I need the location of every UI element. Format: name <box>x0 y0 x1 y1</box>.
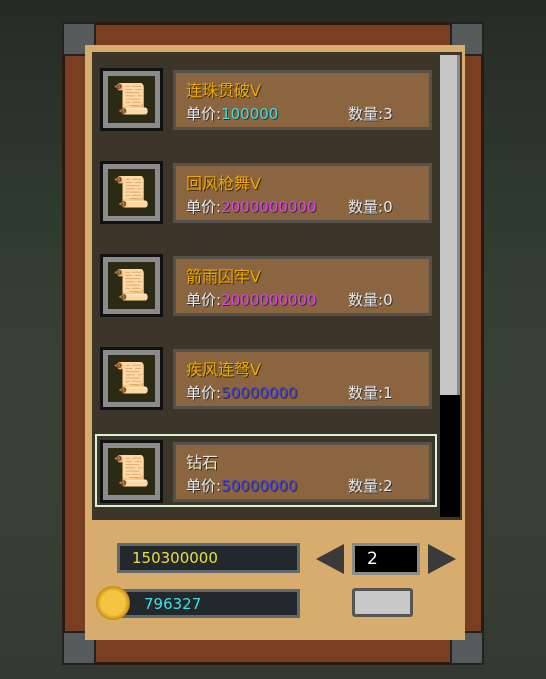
scroll-icon: 📜 <box>108 169 155 216</box>
total-price-field: 150300000 <box>117 543 300 573</box>
scrollbar-thumb[interactable] <box>440 55 460 395</box>
scroll-icon: 📜 <box>108 448 155 495</box>
item-name: 钻石 <box>186 453 219 472</box>
buy-button[interactable] <box>352 588 413 617</box>
item-name: 连珠贯破V <box>186 81 261 100</box>
price-label: 单价: <box>186 105 222 123</box>
coins-balance: 796327 <box>144 595 202 613</box>
list-item[interactable]: 📜 箭雨囚牢V 单价:2000000000 数量:0 <box>95 254 437 327</box>
price-value: 2000000000 <box>221 291 317 309</box>
price-value: 50000000 <box>221 384 298 402</box>
qty-value: 0 <box>383 291 393 309</box>
qty-value: 0 <box>383 198 393 216</box>
item-price: 单价:50000000 <box>186 382 297 403</box>
coin-icon <box>96 586 130 620</box>
next-arrow-button[interactable] <box>428 544 456 574</box>
price-label: 单价: <box>186 291 222 309</box>
qty-value: 1 <box>383 384 393 402</box>
list-item[interactable]: 📜 连珠贯破V 单价:100000 数量:3 <box>95 68 437 141</box>
item-quantity: 数量:2 <box>348 475 393 496</box>
item-info: 钻石 单价:50000000 数量:2 <box>173 442 432 502</box>
price-label: 单价: <box>186 477 222 495</box>
quantity-value: 2 <box>367 549 378 569</box>
item-price: 单价:50000000 <box>186 475 297 496</box>
qty-label: 数量: <box>348 105 384 123</box>
item-quantity: 数量:1 <box>348 382 393 403</box>
item-slot: 📜 <box>100 161 163 224</box>
price-value: 2000000000 <box>221 198 317 216</box>
scroll-icon: 📜 <box>108 76 155 123</box>
item-quantity: 数量:3 <box>348 103 393 124</box>
item-name: 回风枪舞V <box>186 174 261 193</box>
price-value: 100000 <box>221 105 279 123</box>
item-price: 单价:2000000000 <box>186 289 317 310</box>
item-quantity: 数量:0 <box>348 289 393 310</box>
item-slot: 📜 <box>100 254 163 317</box>
qty-label: 数量: <box>348 384 384 402</box>
item-price: 单价:2000000000 <box>186 196 317 217</box>
scroll-icon: 📜 <box>108 355 155 402</box>
item-slot: 📜 <box>100 347 163 410</box>
item-name: 疾风连弩V <box>186 360 261 379</box>
item-price: 单价:100000 <box>186 103 278 124</box>
item-slot: 📜 <box>100 68 163 131</box>
qty-value: 2 <box>383 477 393 495</box>
quantity-input[interactable]: 2 <box>352 543 420 575</box>
price-value: 50000000 <box>221 477 298 495</box>
price-label: 单价: <box>186 384 222 402</box>
item-info: 疾风连弩V 单价:50000000 数量:1 <box>173 349 432 409</box>
qty-label: 数量: <box>348 477 384 495</box>
price-label: 单价: <box>186 198 222 216</box>
total-price: 150300000 <box>132 549 218 567</box>
qty-label: 数量: <box>348 198 384 216</box>
scroll-icon: 📜 <box>108 262 155 309</box>
item-info: 回风枪舞V 单价:2000000000 数量:0 <box>173 163 432 223</box>
qty-value: 3 <box>383 105 393 123</box>
list-item[interactable]: 📜 疾风连弩V 单价:50000000 数量:1 <box>95 347 437 420</box>
qty-label: 数量: <box>348 291 384 309</box>
prev-arrow-button[interactable] <box>316 544 344 574</box>
item-info: 连珠贯破V 单价:100000 数量:3 <box>173 70 432 130</box>
item-quantity: 数量:0 <box>348 196 393 217</box>
item-slot: 📜 <box>100 440 163 503</box>
item-name: 箭雨囚牢V <box>186 267 261 286</box>
list-item[interactable]: 📜 回风枪舞V 单价:2000000000 数量:0 <box>95 161 437 234</box>
item-info: 箭雨囚牢V 单价:2000000000 数量:0 <box>173 256 432 316</box>
coins-field: 796327 <box>117 589 300 618</box>
list-item[interactable]: 📜 钻石 单价:50000000 数量:2 <box>95 434 437 507</box>
